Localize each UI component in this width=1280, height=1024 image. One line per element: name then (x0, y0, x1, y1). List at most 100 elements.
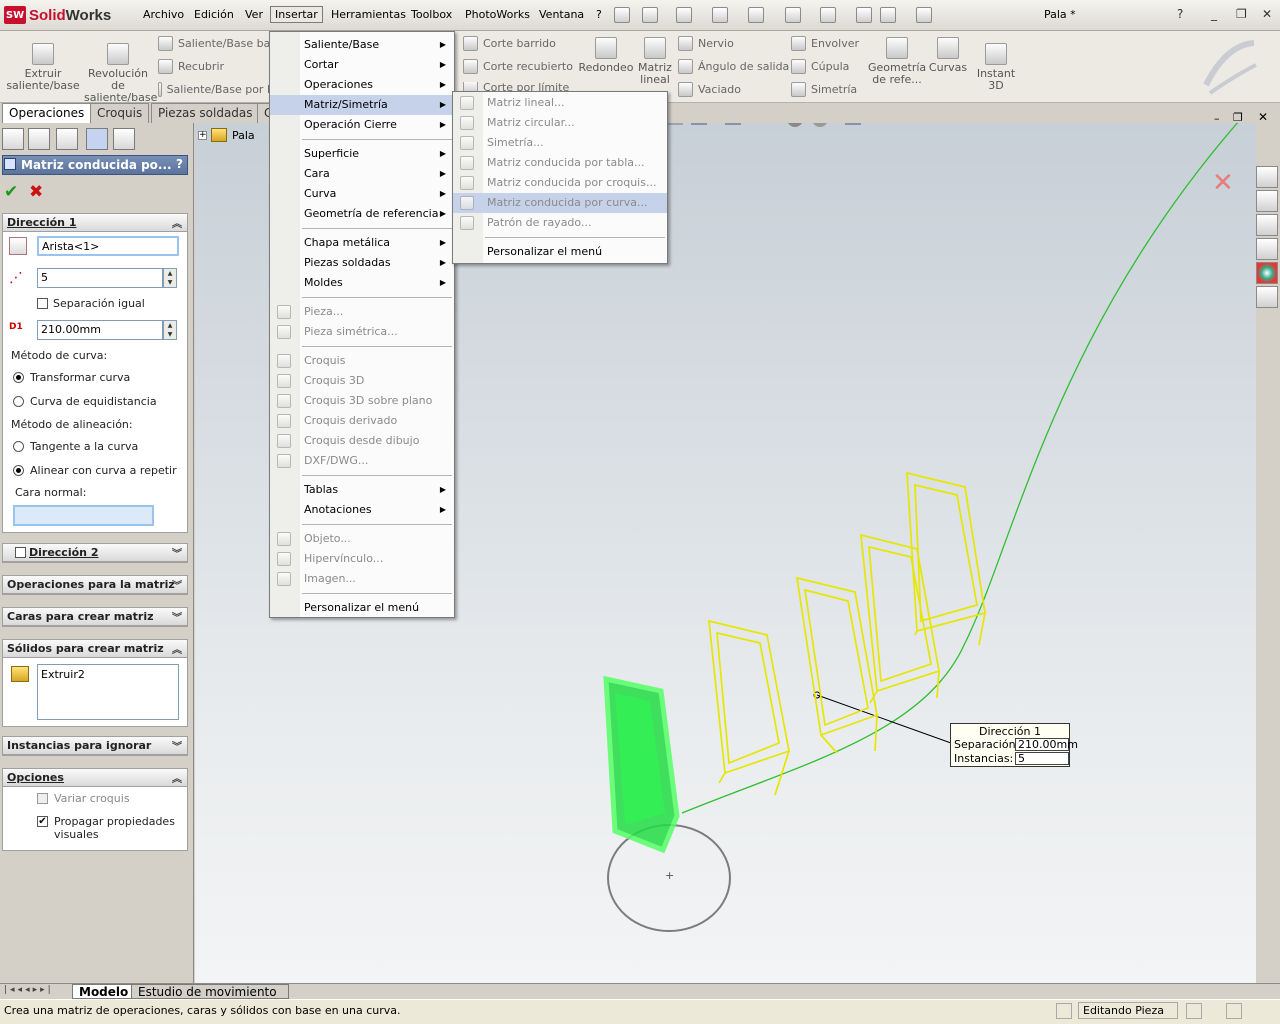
options-header[interactable]: Opciones ︽ (3, 769, 187, 787)
insert-menu-item-personalizar-el-menu[interactable]: Personalizar el menú (270, 598, 454, 618)
close-sketch-x-icon[interactable]: ✕ (1212, 168, 1234, 198)
insert-menu-item-croquis-desde-dibujo[interactable]: Croquis desde dibujo (270, 431, 454, 451)
tab-scroll-arrows-icon[interactable]: |◂◂◂▸▸| (4, 985, 54, 995)
tab-croquis[interactable]: Croquis (90, 103, 150, 123)
viewport-restore-icon[interactable]: ❐ (1233, 111, 1243, 124)
face-normal-field[interactable] (13, 505, 154, 526)
feature-tree-root[interactable]: + Pala (198, 128, 255, 142)
reverse-direction-icon[interactable] (9, 237, 27, 255)
mirror-button[interactable]: Simetría (791, 82, 857, 97)
insert-menu-item-operacion-cierre[interactable]: Operación Cierre ▶ (270, 115, 454, 135)
help-icon[interactable]: ? (176, 157, 183, 171)
menu-insertar[interactable]: Insertar (270, 6, 323, 23)
tab-model[interactable]: Modelo (72, 984, 136, 999)
sweep-cut-button[interactable]: Corte barrido (463, 36, 556, 51)
wrap-button[interactable]: Envolver (791, 36, 859, 51)
help-window-icon[interactable]: ? (1177, 7, 1183, 21)
shell-button[interactable]: Vaciado (678, 82, 741, 97)
insert-menu-item-croquis-3d-sobre-plano[interactable]: Croquis 3D sobre plano (270, 391, 454, 411)
print-icon[interactable] (748, 7, 764, 23)
design-library-icon[interactable] (1256, 190, 1278, 212)
insert-menu-item-curva[interactable]: Curva ▶ (270, 184, 454, 204)
pattern-menu-item-patron-de-rayado[interactable]: Patrón de rayado... (453, 213, 667, 233)
align-source-radio[interactable] (13, 465, 24, 476)
select-arrow-icon[interactable] (820, 7, 836, 23)
dome-button[interactable]: Cúpula (791, 59, 849, 74)
insert-menu-item-objeto[interactable]: Objeto... (270, 529, 454, 549)
propagate-visual-checkbox[interactable]: ✔ (37, 816, 48, 827)
revolve-boss-button[interactable]: Revolución de saliente/base (84, 43, 157, 104)
restore-icon[interactable]: ❐ (1236, 7, 1247, 21)
callout-instances-field[interactable]: 5 (1015, 752, 1069, 765)
pattern-menu-item-matriz-lineal[interactable]: Matriz lineal... (453, 93, 667, 113)
insert-menu-item-cortar[interactable]: Cortar ▶ (270, 55, 454, 75)
features-to-pattern-header[interactable]: Operaciones para la matriz ︾ (3, 576, 187, 594)
solidworks-logo[interactable]: SW SolidWorks (4, 5, 111, 25)
menu-edicion[interactable]: Edición (190, 7, 238, 22)
pattern-menu-item-matriz-conducida-por-curva[interactable]: Matriz conducida por curva... (453, 193, 667, 213)
insert-menu-item-chapa-metalica[interactable]: Chapa metálica ▶ (270, 233, 454, 253)
tab-operaciones[interactable]: Operaciones (2, 103, 92, 123)
direction1-header[interactable]: Dirección 1 ︽ (3, 214, 187, 232)
boundary-boss-button[interactable]: Saliente/Base por l (158, 82, 270, 97)
menu-ver[interactable]: Ver (241, 7, 267, 22)
faces-to-pattern-header[interactable]: Caras para crear matriz ︾ (3, 608, 187, 626)
menu-help[interactable]: ? (592, 7, 606, 22)
expand-plus-icon[interactable]: + (198, 130, 207, 140)
vary-sketch-checkbox[interactable] (37, 793, 48, 804)
pattern-menu-item-simetria[interactable]: Simetría... (453, 133, 667, 153)
undo-icon[interactable] (785, 7, 801, 23)
draft-button[interactable]: Ángulo de salida (678, 59, 789, 74)
bodies-list-item[interactable]: Extruir2 (41, 668, 85, 681)
tab-motion-study[interactable]: Estudio de movimiento 1 (131, 984, 289, 1013)
extrude-boss-button[interactable]: Extruir saliente/base (6, 43, 80, 92)
menu-archivo[interactable]: Archivo (139, 7, 188, 22)
view-palette-icon[interactable] (1256, 238, 1278, 260)
insert-menu-item-dxf-dwg[interactable]: DXF/DWG... (270, 451, 454, 471)
file-properties-icon[interactable] (880, 7, 896, 23)
options-icon[interactable] (916, 7, 932, 23)
open-folder-icon[interactable] (676, 7, 692, 23)
property-manager-icon[interactable] (28, 128, 50, 150)
bodies-list[interactable]: Extruir2 (37, 664, 179, 720)
menu-photoworks[interactable]: PhotoWorks (461, 7, 534, 22)
rebuild-icon[interactable] (856, 7, 872, 23)
tangent-radio[interactable] (13, 441, 24, 452)
dimxpert-icon[interactable] (86, 128, 108, 150)
view-toolbar[interactable] (667, 111, 861, 127)
appearances-icon[interactable] (1256, 262, 1278, 284)
insert-menu-item-cara[interactable]: Cara ▶ (270, 164, 454, 184)
pattern-menu-item-matriz-conducida-por-croquis[interactable]: Matriz conducida por croquis... (453, 173, 667, 193)
sweep-boss-button[interactable]: Saliente/Base barri (158, 36, 282, 51)
viewport-minimize-icon[interactable]: – (1214, 112, 1220, 125)
instances-field[interactable]: 5 (37, 268, 163, 288)
insert-menu-item-tablas[interactable]: Tablas ▶ (270, 480, 454, 500)
reference-geometry-button[interactable]: Geometría de refe... (868, 37, 926, 86)
cancel-x-icon[interactable]: ✖ (29, 182, 43, 202)
insert-menu-item-croquis[interactable]: Croquis (270, 351, 454, 371)
callout-spacing-field[interactable]: 210.00mm (1015, 738, 1078, 751)
save-icon[interactable] (712, 7, 728, 23)
rib-button[interactable]: Nervio (678, 36, 734, 51)
featuremanager-tree-icon[interactable] (2, 128, 24, 150)
seed-body[interactable] (603, 675, 680, 854)
loft-button[interactable]: Recubrir (158, 59, 224, 74)
menu-ventana[interactable]: Ventana (535, 7, 588, 22)
insert-menu-item-pieza-simetrica[interactable]: Pieza simétrica... (270, 322, 454, 342)
close-icon[interactable]: ✕ (1262, 7, 1272, 21)
custom-properties-icon[interactable] (1256, 286, 1278, 308)
display-manager-icon[interactable] (113, 128, 135, 150)
insert-menu-item-imagen[interactable]: Imagen... (270, 569, 454, 589)
insert-menu-item-anotaciones[interactable]: Anotaciones ▶ (270, 500, 454, 520)
insert-menu-item-superficie[interactable]: Superficie ▶ (270, 144, 454, 164)
insert-menu-item-croquis-3d[interactable]: Croquis 3D (270, 371, 454, 391)
insert-menu-item-matriz-simetria[interactable]: Matriz/Simetría ▶ (270, 95, 454, 115)
insert-menu-item-piezas-soldadas[interactable]: Piezas soldadas ▶ (270, 253, 454, 273)
insert-menu-item-hipervinculo[interactable]: Hipervínculo... (270, 549, 454, 569)
instances-to-skip-header[interactable]: Instancias para ignorar ︾ (3, 737, 187, 755)
tab-piezas-soldadas[interactable]: Piezas soldadas (151, 103, 260, 123)
direction2-header[interactable]: Dirección 2 ︾ (3, 544, 187, 562)
insert-menu-item-moldes[interactable]: Moldes ▶ (270, 273, 454, 293)
status-help-icon[interactable] (1226, 1003, 1242, 1019)
curves-button[interactable]: Curvas (928, 37, 968, 74)
